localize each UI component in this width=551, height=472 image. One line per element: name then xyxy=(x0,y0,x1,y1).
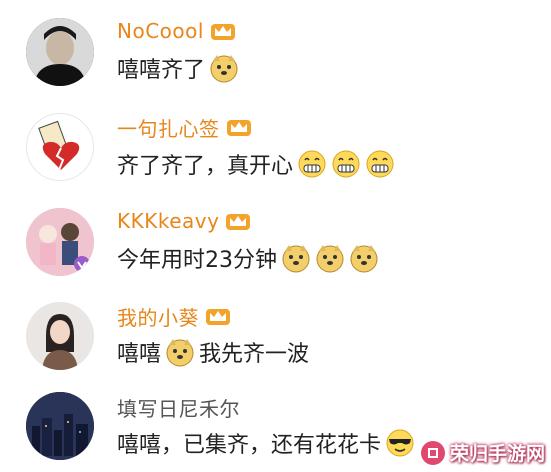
comment-text: 嘻嘻，已集齐，还有花花卡 xyxy=(117,433,382,458)
doge-emoji-icon xyxy=(350,245,378,273)
watermark-text: 荣归手游网 xyxy=(449,443,545,465)
username[interactable]: 一句扎心签 xyxy=(117,113,220,142)
user-photo-icon xyxy=(26,18,94,86)
grin-emoji-icon xyxy=(332,150,360,178)
broken-heart-icon xyxy=(38,120,80,171)
grin-emoji-icon xyxy=(298,150,326,178)
avatar[interactable] xyxy=(26,392,94,460)
vip-crown-icon xyxy=(226,214,251,230)
avatar[interactable] xyxy=(26,113,94,181)
doge-emoji-icon xyxy=(316,245,344,273)
comment-text-after: 我先齐一波 xyxy=(199,342,310,367)
comment-text: 嘻嘻齐了 xyxy=(117,58,206,83)
user-photo-icon xyxy=(26,208,94,276)
user-photo-icon xyxy=(26,302,94,370)
vip-crown-icon xyxy=(226,120,251,136)
city-night-photo-icon xyxy=(26,392,94,460)
doge-emoji-icon xyxy=(210,55,238,83)
comment-text: 齐了齐了，真开心 xyxy=(117,154,294,179)
avatar[interactable] xyxy=(26,302,94,370)
doge-emoji-icon xyxy=(166,339,194,367)
avatar[interactable] xyxy=(26,208,94,276)
username[interactable]: NoCoool xyxy=(117,19,204,43)
doge-emoji-icon xyxy=(282,245,310,273)
avatar[interactable] xyxy=(26,18,94,86)
comment-text-before: 嘻嘻 xyxy=(117,342,162,367)
vip-crown-icon xyxy=(210,24,235,40)
username[interactable]: 我的小葵 xyxy=(117,302,199,331)
watermark-logo-icon xyxy=(420,440,445,465)
comment-text: 今年用时23分钟 xyxy=(117,248,277,273)
watermark: 荣归手游网 xyxy=(420,439,545,466)
sunglasses-emoji-icon xyxy=(386,429,414,457)
username[interactable]: 填写日尼禾尔 xyxy=(117,393,240,422)
grin-emoji-icon xyxy=(366,150,394,178)
username[interactable]: KKKkeavy xyxy=(117,209,219,233)
vip-crown-icon xyxy=(206,309,230,325)
